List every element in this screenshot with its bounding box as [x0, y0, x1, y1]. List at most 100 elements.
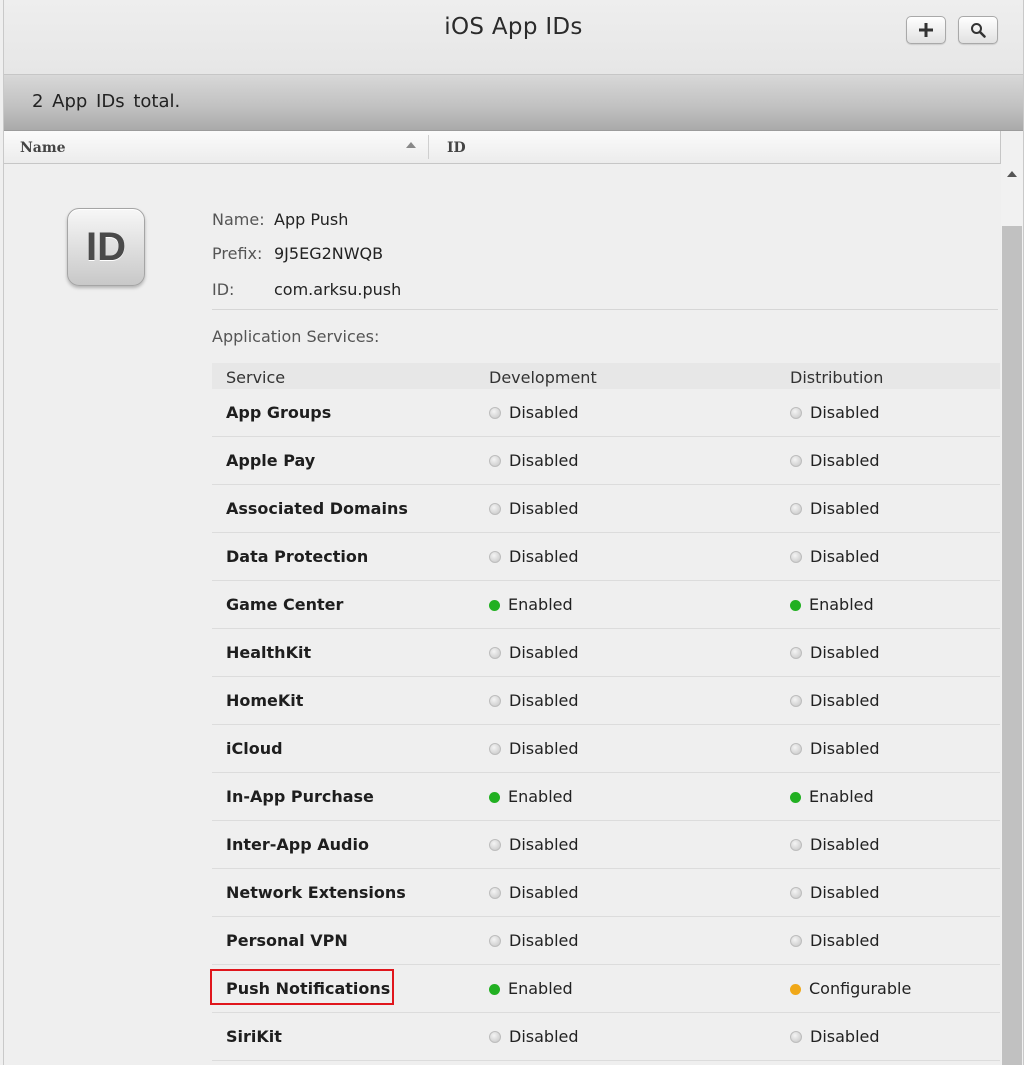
- development-status-label: Disabled: [509, 547, 579, 566]
- distribution-status: Enabled: [790, 595, 874, 614]
- table-row: Data Protection Disabled Disabled: [212, 533, 1000, 581]
- status-dot-icon: [489, 935, 501, 947]
- summary-bar: 2 App IDs total.: [4, 75, 1023, 131]
- development-status-label: Enabled: [508, 979, 573, 998]
- status-dot-icon: [489, 839, 501, 851]
- header-development: Development: [489, 368, 597, 387]
- service-name: Associated Domains: [226, 499, 408, 518]
- app-id-icon: ID: [67, 208, 145, 286]
- development-status: Disabled: [489, 643, 579, 662]
- column-divider: [428, 135, 429, 159]
- service-name: Apple Pay: [226, 451, 316, 470]
- development-status: Disabled: [489, 499, 579, 518]
- add-button[interactable]: [906, 16, 946, 44]
- plus-icon: [919, 23, 933, 37]
- distribution-status: Enabled: [790, 787, 874, 806]
- detail-id-label: ID:: [212, 280, 235, 299]
- services-table: Service Development Distribution App Gro…: [210, 363, 1000, 1061]
- table-row: Personal VPN Disabled Disabled: [212, 917, 1000, 965]
- distribution-status-label: Disabled: [810, 883, 880, 902]
- development-status-label: Disabled: [509, 883, 579, 902]
- status-dot-icon: [489, 600, 500, 611]
- services-table-header: Service Development Distribution: [212, 363, 1000, 389]
- distribution-status-label: Disabled: [810, 451, 880, 470]
- table-row: Push Notifications Enabled Configurable: [210, 965, 1000, 1013]
- status-dot-icon: [489, 455, 501, 467]
- table-row: SiriKit Disabled Disabled: [212, 1013, 1000, 1061]
- column-header-id[interactable]: ID: [447, 140, 466, 156]
- status-dot-icon: [790, 887, 802, 899]
- development-status: Disabled: [489, 739, 579, 758]
- detail-name-label: Name:: [212, 210, 265, 229]
- scrollbar-thumb[interactable]: [1002, 226, 1022, 1065]
- vertical-scrollbar[interactable]: [1001, 131, 1023, 1065]
- detail-id-value: com.arksu.push: [274, 280, 402, 299]
- distribution-status-label: Disabled: [810, 403, 880, 422]
- distribution-status-label: Disabled: [810, 1027, 880, 1046]
- table-row: Apple Pay Disabled Disabled: [212, 437, 1000, 485]
- distribution-status: Disabled: [790, 1027, 880, 1046]
- column-header-row: Name ID: [4, 131, 1001, 164]
- service-name: Network Extensions: [226, 883, 406, 902]
- development-status: Disabled: [489, 403, 579, 422]
- table-row: Inter-App Audio Disabled Disabled: [212, 821, 1000, 869]
- page-title: iOS App IDs: [444, 14, 583, 40]
- development-status-label: Disabled: [509, 403, 579, 422]
- status-dot-icon: [489, 695, 501, 707]
- service-name: SiriKit: [226, 1027, 282, 1046]
- scroll-up-arrow-icon[interactable]: [1007, 171, 1017, 177]
- distribution-status: Disabled: [790, 499, 880, 518]
- status-dot-icon: [489, 984, 500, 995]
- status-dot-icon: [790, 695, 802, 707]
- development-status: Enabled: [489, 595, 573, 614]
- detail-prefix-label: Prefix:: [212, 244, 263, 263]
- service-name: Push Notifications: [226, 979, 391, 998]
- distribution-status: Disabled: [790, 691, 880, 710]
- header-service: Service: [226, 368, 286, 387]
- table-row: iCloud Disabled Disabled: [212, 725, 1000, 773]
- service-name: In-App Purchase: [226, 787, 374, 806]
- services-title: Application Services:: [212, 327, 380, 346]
- distribution-status-label: Disabled: [810, 739, 880, 758]
- table-row: Associated Domains Disabled Disabled: [212, 485, 1000, 533]
- detail-prefix-row: Prefix: 9J5EG2NWQB: [212, 244, 383, 263]
- distribution-status-label: Disabled: [810, 691, 880, 710]
- distribution-status-label: Disabled: [810, 835, 880, 854]
- development-status: Enabled: [489, 787, 573, 806]
- services-table-body: App Groups Disabled Disabled Apple Pay Disab…: [210, 389, 1000, 1061]
- sort-ascending-icon[interactable]: [406, 142, 416, 148]
- service-name: App Groups: [226, 403, 332, 422]
- distribution-status: Disabled: [790, 883, 880, 902]
- status-dot-icon: [489, 551, 501, 563]
- development-status: Disabled: [489, 1027, 579, 1046]
- table-row: HomeKit Disabled Disabled: [212, 677, 1000, 725]
- divider: [212, 309, 998, 310]
- distribution-status: Disabled: [790, 931, 880, 950]
- service-name: HomeKit: [226, 691, 304, 710]
- table-row: In-App Purchase Enabled Enabled: [212, 773, 1000, 821]
- distribution-status: Disabled: [790, 403, 880, 422]
- status-dot-icon: [489, 647, 501, 659]
- table-row: HealthKit Disabled Disabled: [212, 629, 1000, 677]
- status-dot-icon: [790, 647, 802, 659]
- development-status: Disabled: [489, 547, 579, 566]
- distribution-status: Disabled: [790, 739, 880, 758]
- service-name: Game Center: [226, 595, 344, 614]
- status-dot-icon: [790, 935, 802, 947]
- development-status: Disabled: [489, 691, 579, 710]
- detail-id-row: ID: com.arksu.push: [212, 280, 401, 299]
- search-button[interactable]: [958, 16, 998, 44]
- status-dot-icon: [790, 503, 802, 515]
- service-name: Data Protection: [226, 547, 369, 566]
- development-status: Disabled: [489, 883, 579, 902]
- service-name: Personal VPN: [226, 931, 348, 950]
- distribution-status: Disabled: [790, 547, 880, 566]
- distribution-status: Disabled: [790, 835, 880, 854]
- search-icon: [971, 23, 986, 38]
- distribution-status-label: Disabled: [810, 499, 880, 518]
- column-header-name[interactable]: Name: [20, 140, 66, 156]
- development-status-label: Disabled: [509, 835, 579, 854]
- development-status: Disabled: [489, 835, 579, 854]
- distribution-status: Disabled: [790, 451, 880, 470]
- status-dot-icon: [489, 887, 501, 899]
